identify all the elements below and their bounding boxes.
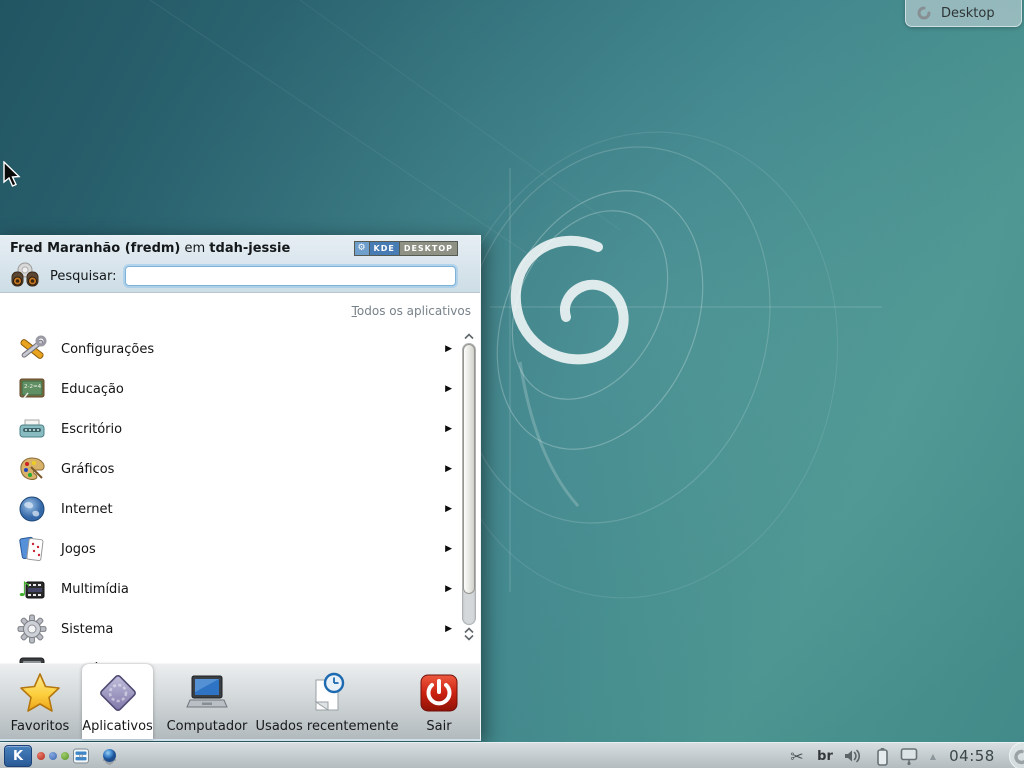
menu-item-graficos[interactable]: Gráficos ▶: [0, 449, 458, 489]
desktop-toolbox-label: Desktop: [941, 6, 995, 21]
blue-dot-icon: [49, 752, 57, 760]
sphere-gear-icon: [100, 747, 119, 766]
breadcrumb-all-applications[interactable]: Todos os aplicativos: [352, 304, 471, 318]
search-binoculars-icon: [8, 260, 42, 292]
menu-item-utilitarios[interactable]: Utilitários ▶: [0, 649, 458, 663]
digital-clock[interactable]: 04:58: [944, 743, 1000, 768]
category-list: Configurações ▶ 2-2=4 Educação ▶: [0, 329, 458, 663]
kickoff-menu: Fred Maranhão (fredm) em tdah-jessie ⚙ K…: [0, 235, 481, 741]
keyboard-layout-label: br: [817, 749, 833, 764]
user-name: Fred Maranhão (fredm): [10, 241, 180, 256]
search-row: Pesquisar:: [8, 260, 456, 292]
badge-kde-label: KDE: [370, 242, 399, 255]
kde-menu-button[interactable]: K: [4, 745, 32, 767]
power-icon: [415, 669, 463, 717]
file-drawer-launcher[interactable]: [69, 743, 93, 768]
drawer-launcher-icon: [72, 747, 90, 765]
applications-panel: Todos os aplicativos Configurações ▶: [0, 293, 480, 663]
kickoff-header: Fred Maranhão (fredm) em tdah-jessie ⚙ K…: [0, 236, 480, 293]
scissors-icon: ✂: [790, 747, 803, 766]
drawer-icon: [17, 654, 47, 663]
battery-icon: [876, 747, 889, 766]
svg-text:2-2=4: 2-2=4: [24, 384, 42, 390]
submenu-arrow-icon: ▶: [445, 504, 452, 514]
menu-item-configuracoes[interactable]: Configurações ▶: [0, 329, 458, 369]
menu-item-multimidia[interactable]: ♪ Multimídia ▶: [0, 569, 458, 609]
tab-favoritos[interactable]: Favoritos: [0, 664, 80, 739]
speaker-icon: [843, 748, 863, 764]
badge-desktop-label: DESKTOP: [400, 242, 457, 255]
activity-dots-widget[interactable]: [36, 743, 70, 768]
host-name: tdah-jessie: [209, 241, 290, 256]
kde-logo-icon: ⚙: [355, 242, 369, 255]
submenu-arrow-icon: ▶: [445, 344, 452, 354]
submenu-arrow-icon: ▶: [445, 424, 452, 434]
recent-docs-icon: [303, 669, 351, 717]
scroll-up-icon-2[interactable]: [463, 627, 475, 634]
scroll-down-icon[interactable]: [463, 634, 475, 641]
submenu-arrow-icon: ▶: [445, 464, 452, 474]
svg-text:♪: ♪: [18, 577, 31, 601]
gear-icon: [17, 614, 47, 644]
tools-icon: [17, 334, 47, 364]
green-dot-icon: [61, 752, 69, 760]
menu-item-internet[interactable]: Internet ▶: [0, 489, 458, 529]
battery-tray-icon[interactable]: [872, 743, 892, 768]
kde-desktop-badge: ⚙ KDE DESKTOP: [354, 241, 459, 256]
submenu-arrow-icon: ▶: [445, 584, 452, 594]
panel-cashew[interactable]: [1009, 742, 1024, 768]
search-input[interactable]: [125, 266, 457, 286]
clock-label: 04:58: [949, 747, 995, 765]
playing-cards-icon: [17, 534, 47, 564]
menu-item-sistema[interactable]: Sistema ▶: [0, 609, 458, 649]
scroll-up-icon[interactable]: [463, 333, 475, 340]
kde-diamond-icon: [94, 669, 142, 717]
globe-icon: [17, 494, 47, 524]
mouse-cursor: [2, 161, 22, 189]
laptop-icon: [183, 669, 231, 717]
kickoff-tabbar: Favoritos Aplicativos: [0, 663, 480, 739]
palette-icon: [17, 454, 47, 484]
submenu-arrow-icon: ▶: [445, 624, 452, 634]
menu-item-escritorio[interactable]: Escritório ▶: [0, 409, 458, 449]
keyboard-layout-indicator[interactable]: br: [812, 743, 838, 768]
tab-aplicativos[interactable]: Aplicativos: [82, 664, 153, 739]
tray-expander[interactable]: ▲: [925, 743, 941, 768]
red-dot-icon: [37, 752, 45, 760]
chalkboard-icon: 2-2=4: [17, 374, 47, 404]
scrollbar-thumb[interactable]: [463, 344, 475, 594]
cashew-swirl-icon: [1013, 748, 1024, 766]
desktop-root: Desktop Fred Maranhão (fredm) em tdah-je…: [0, 0, 1024, 768]
submenu-arrow-icon: ▶: [445, 544, 452, 554]
search-label: Pesquisar:: [50, 269, 117, 284]
tab-computador[interactable]: Computador: [158, 664, 256, 739]
activity-swirl-icon: [916, 5, 932, 21]
monitor-icon: [899, 747, 919, 766]
media-icon: ♪: [17, 574, 47, 604]
star-icon: [16, 669, 64, 717]
tab-sair[interactable]: Sair: [407, 664, 471, 739]
expander-arrow-icon: ▲: [930, 752, 936, 761]
display-tray-icon[interactable]: [896, 743, 922, 768]
list-scrollbar[interactable]: [461, 333, 477, 659]
scrollbar-track[interactable]: [462, 343, 476, 625]
panel-taskbar: K ✂ br: [0, 742, 1024, 768]
menu-item-jogos[interactable]: Jogos ▶: [0, 529, 458, 569]
menu-item-educacao[interactable]: 2-2=4 Educação ▶: [0, 369, 458, 409]
sphere-widget-launcher[interactable]: [97, 743, 121, 768]
volume-tray-icon[interactable]: [840, 743, 866, 768]
title-connector: em: [180, 241, 209, 256]
desktop-toolbox[interactable]: Desktop: [905, 0, 1022, 27]
submenu-arrow-icon: ▶: [445, 384, 452, 394]
tab-usados-recentemente[interactable]: Usados recentemente: [258, 664, 396, 739]
klipper-tray-icon[interactable]: ✂: [786, 743, 808, 768]
typewriter-icon: [17, 414, 47, 444]
